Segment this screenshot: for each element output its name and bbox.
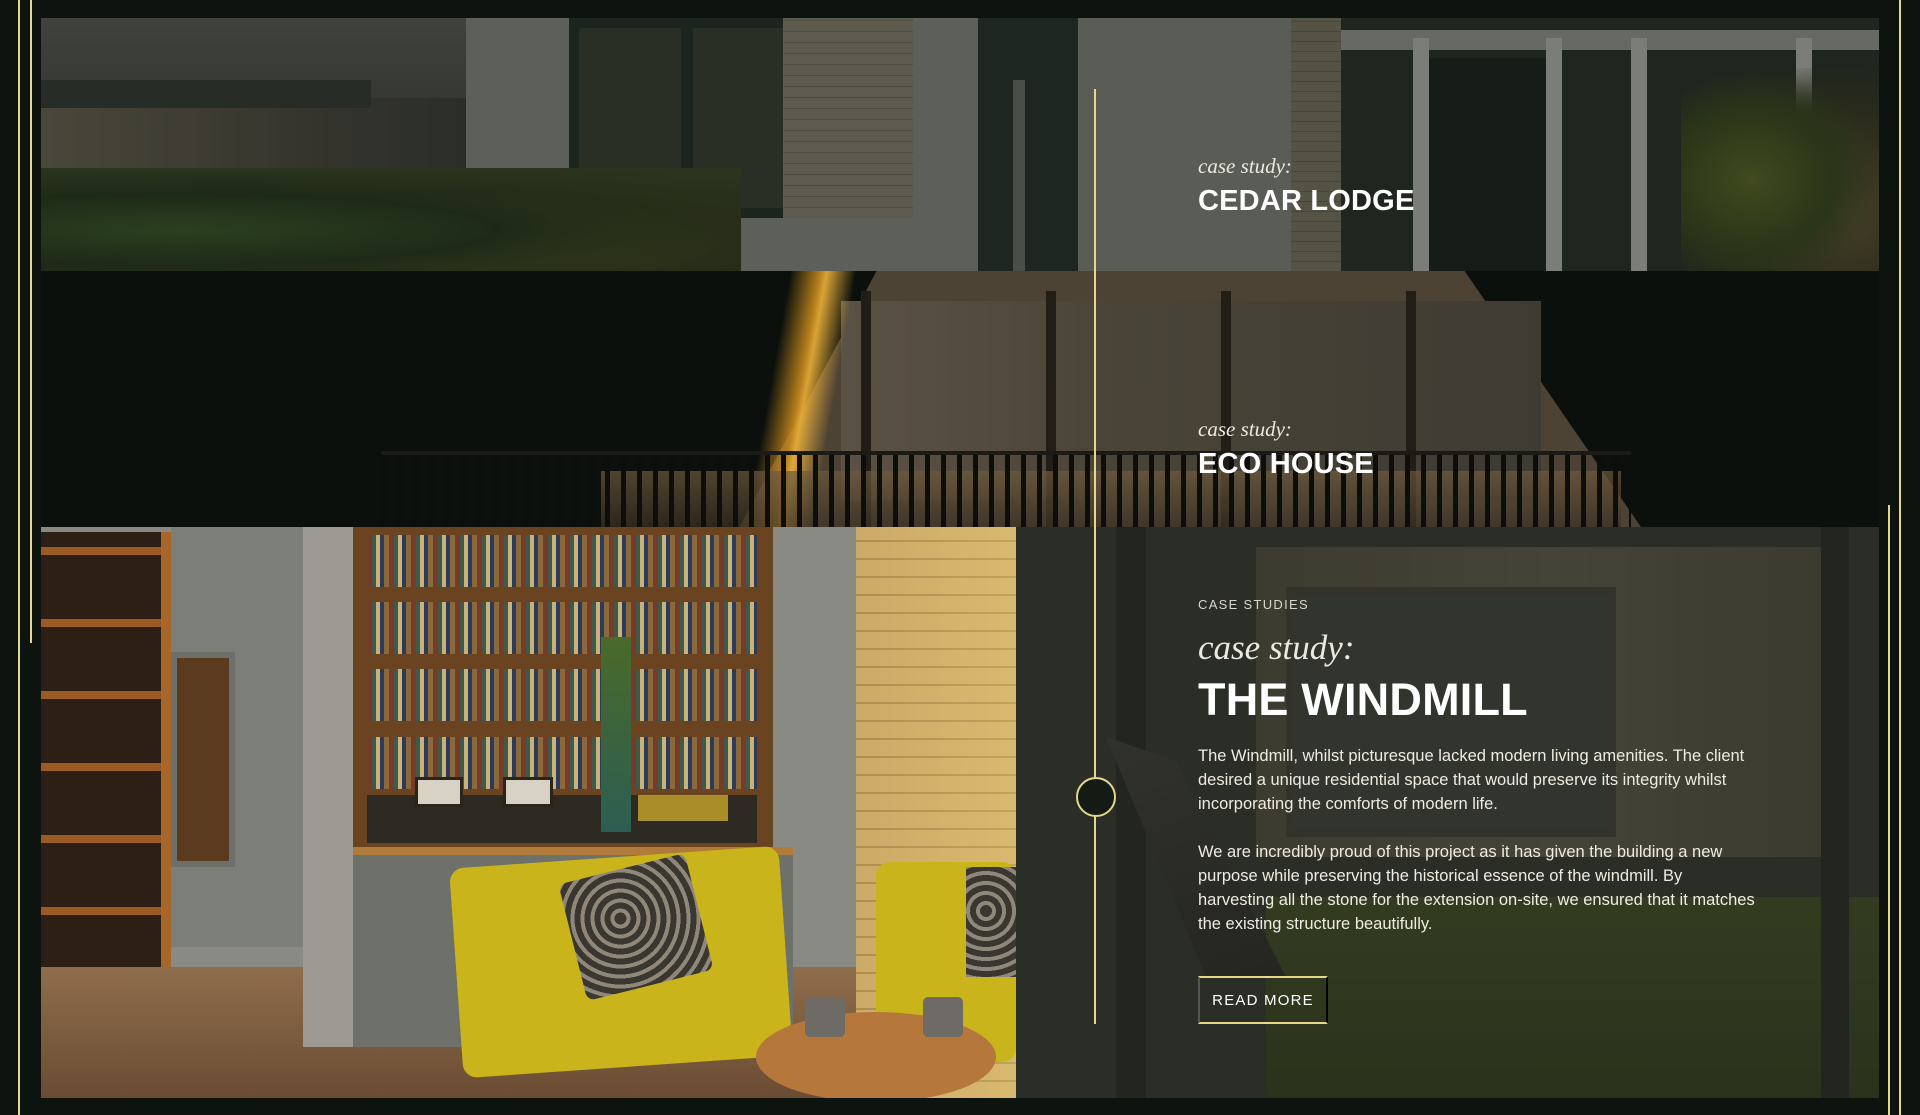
frame-line-left-inner xyxy=(30,0,32,643)
frame-line-right-outer xyxy=(1899,0,1901,1115)
case-study-title: THE WINDMILL xyxy=(1198,674,1528,725)
description-paragraph: We are incredibly proud of this project … xyxy=(1198,843,1755,933)
eco-house-caption[interactable]: case study: ECO HOUSE xyxy=(1198,417,1374,481)
case-studies-page: case study: CEDAR LODGE case study: ECO … xyxy=(0,0,1920,1115)
case-study-eco-house[interactable] xyxy=(41,271,1879,527)
frame-line-left-outer xyxy=(18,0,20,1115)
case-study-title[interactable]: ECO HOUSE xyxy=(1198,448,1374,481)
section-eyebrow: CASE STUDIES xyxy=(1198,597,1309,612)
timeline-line xyxy=(1094,89,1096,1024)
windmill-interior-photo xyxy=(41,527,1016,1098)
cedar-lodge-caption[interactable]: case study: CEDAR LODGE xyxy=(1198,154,1415,218)
read-more-button[interactable]: READ MORE xyxy=(1198,976,1328,1024)
timeline-marker xyxy=(1076,777,1116,817)
frame-line-right-inner xyxy=(1888,505,1890,1115)
case-study-title[interactable]: CEDAR LODGE xyxy=(1198,185,1415,218)
case-study-label: case study: xyxy=(1198,417,1292,441)
case-study-label: case study: xyxy=(1198,628,1355,667)
case-study-cedar-lodge[interactable] xyxy=(41,18,1879,271)
description-paragraph: The Windmill, whilst picturesque lacked … xyxy=(1198,747,1745,813)
windmill-details: CASE STUDIES case study: THE WINDMILL Th… xyxy=(1198,597,1758,936)
case-study-label: case study: xyxy=(1198,154,1292,178)
